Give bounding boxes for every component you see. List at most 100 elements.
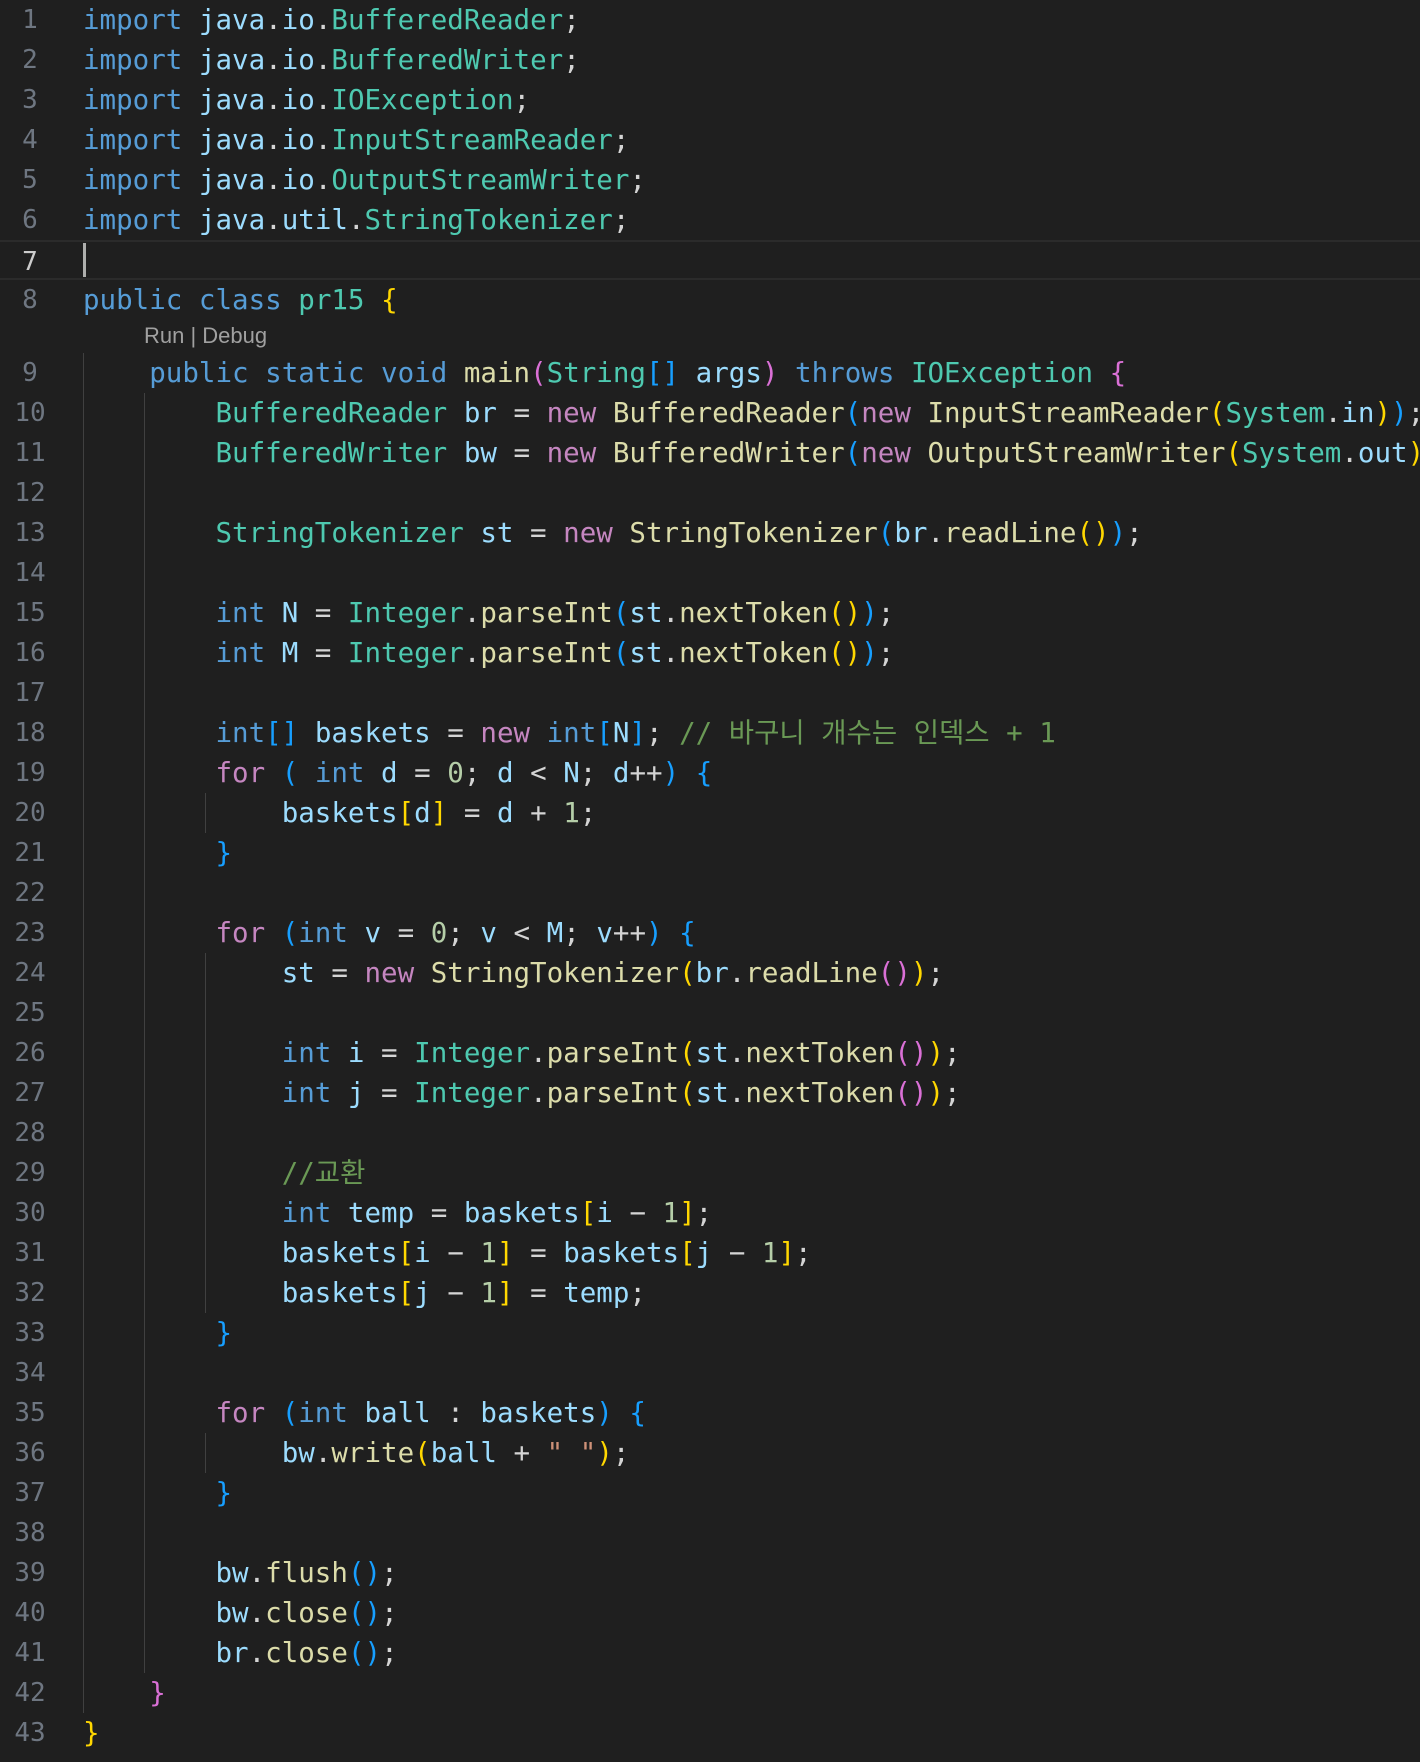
code-line[interactable]: 5 import java.io.OutputStreamWriter; xyxy=(0,160,1420,200)
code-token: ( xyxy=(612,597,630,629)
code-token: ( xyxy=(679,1077,696,1109)
code-line[interactable]: 35 for (int ball : baskets) { xyxy=(0,1393,1420,1433)
run-debug-codelens[interactable]: Run | Debug xyxy=(144,320,267,352)
code-line[interactable]: 28 xyxy=(0,1113,1420,1153)
code-line[interactable]: 14 xyxy=(0,553,1420,593)
code-token: } xyxy=(83,1717,100,1749)
code-line[interactable]: 27 int j = Integer.parseInt(st.nextToken… xyxy=(0,1073,1420,1113)
code-line[interactable]: 38 xyxy=(0,1513,1420,1553)
code-line[interactable]: 37 } xyxy=(0,1473,1420,1513)
code-line[interactable]: 32 baskets[j − 1] = temp; xyxy=(0,1273,1420,1313)
code-line[interactable]: 24 st = new StringTokenizer(br.readLine(… xyxy=(0,953,1420,993)
code-token: StringTokenizer xyxy=(629,517,878,549)
code-token: 0 xyxy=(447,757,464,789)
code-token: . xyxy=(265,44,282,76)
code-token: ; xyxy=(381,1597,398,1629)
code-line[interactable]: 43} xyxy=(0,1713,1420,1753)
code-token: − xyxy=(712,1237,762,1269)
line-number: 8 xyxy=(22,285,38,315)
code-line[interactable]: 26 int i = Integer.parseInt(st.nextToken… xyxy=(0,1033,1420,1073)
line-number: 28 xyxy=(14,1118,46,1148)
code-token: io xyxy=(281,44,315,76)
code-token: java xyxy=(198,124,266,156)
code-line[interactable]: 7 xyxy=(0,240,1420,280)
code-token: StringTokenizer xyxy=(364,204,613,236)
code-token: . xyxy=(1324,397,1342,429)
code-line[interactable]: 17 xyxy=(0,673,1420,713)
code-token: close xyxy=(265,1637,348,1669)
code-line[interactable]: 22 xyxy=(0,873,1420,913)
code-line[interactable]: 18 int[] baskets = new int[N]; // 바구니 개수… xyxy=(0,713,1420,753)
code-line[interactable]: 4 import java.io.InputStreamReader; xyxy=(0,120,1420,160)
code-token: ( xyxy=(877,517,895,549)
code-line[interactable]: 15 int N = Integer.parseInt(st.nextToken… xyxy=(0,593,1420,633)
code-token: = xyxy=(298,597,348,629)
code-token: j xyxy=(695,1237,713,1269)
code-line[interactable]: 1 import java.io.BufferedReader; xyxy=(0,0,1420,40)
code-editor[interactable]: 1 import java.io.BufferedReader; 2 import j… xyxy=(0,0,1420,1762)
code-line[interactable]: 25 xyxy=(0,993,1420,1033)
code-line[interactable]: 9 public static void main(String[] args)… xyxy=(0,353,1420,393)
code-token: ; xyxy=(944,1077,961,1109)
code-token: " " xyxy=(546,1437,597,1469)
code-text: st = new StringTokenizer(br.readLine()); xyxy=(83,953,944,993)
code-line[interactable]: 30 int temp = baskets[i − 1]; xyxy=(0,1193,1420,1233)
code-token: BufferedReader xyxy=(331,4,564,36)
line-number: 10 xyxy=(14,398,46,428)
code-token: out xyxy=(1357,437,1408,469)
code-text: for ( int d = 0; d < N; d++) { xyxy=(83,753,712,793)
code-token: ++ xyxy=(612,917,647,949)
code-token: in xyxy=(1341,397,1375,429)
code-line[interactable]: 41 br.close(); xyxy=(0,1633,1420,1673)
code-line[interactable]: 10 BufferedReader br = new BufferedReade… xyxy=(0,393,1420,433)
code-token: new xyxy=(563,517,613,549)
code-token: = xyxy=(414,1197,464,1229)
code-token: { xyxy=(629,1397,646,1429)
code-token: java xyxy=(198,4,266,36)
code-token: . xyxy=(1341,437,1358,469)
code-token: ; xyxy=(579,797,597,829)
code-line[interactable]: 16 int M = Integer.parseInt(st.nextToken… xyxy=(0,633,1420,673)
code-token: ( xyxy=(281,1397,299,1429)
code-token: d xyxy=(612,757,630,789)
code-line[interactable]: 20 baskets[d] = d + 1; xyxy=(0,793,1420,833)
code-token: ) xyxy=(927,1037,945,1069)
code-line[interactable]: 13 StringTokenizer st = new StringTokeni… xyxy=(0,513,1420,553)
code-line[interactable]: 12 xyxy=(0,473,1420,513)
code-token: . xyxy=(314,164,332,196)
code-line[interactable]: 29 //교환 xyxy=(0,1153,1420,1193)
code-line[interactable]: 21 } xyxy=(0,833,1420,873)
code-line[interactable]: 2 import java.io.BufferedWriter; xyxy=(0,40,1420,80)
code-text: int M = Integer.parseInt(st.nextToken())… xyxy=(83,633,894,673)
code-token: pr15 xyxy=(298,284,365,316)
code-line[interactable]: 42 } xyxy=(0,1673,1420,1713)
code-token: () xyxy=(877,957,911,989)
code-token: 1 xyxy=(662,1197,680,1229)
code-line[interactable]: 34 xyxy=(0,1353,1420,1393)
code-line[interactable]: 8 public class pr15 { xyxy=(0,280,1420,320)
code-line[interactable]: 33 } xyxy=(0,1313,1420,1353)
code-line[interactable]: 6 import java.util.StringTokenizer; xyxy=(0,200,1420,240)
code-token: class xyxy=(198,284,282,316)
code-line[interactable]: 11 BufferedWriter bw = new BufferedWrite… xyxy=(0,433,1420,473)
code-token: int xyxy=(215,717,266,749)
code-line[interactable]: 40 bw.close(); xyxy=(0,1593,1420,1633)
code-line[interactable]: 36 bw.write(ball + " "); xyxy=(0,1433,1420,1473)
code-line[interactable]: 19 for ( int d = 0; d < N; d++) { xyxy=(0,753,1420,793)
line-number: 18 xyxy=(14,718,46,748)
code-line[interactable]: 31 baskets[i − 1] = baskets[j − 1]; xyxy=(0,1233,1420,1273)
code-token: = xyxy=(397,757,448,789)
code-line[interactable]: 39 bw.flush(); xyxy=(0,1553,1420,1593)
code-line[interactable]: 23 for (int v = 0; v < M; v++) { xyxy=(0,913,1420,953)
line-number: 41 xyxy=(14,1638,46,1668)
code-line[interactable]: 3 import java.io.IOException; xyxy=(0,80,1420,120)
code-token: IOException xyxy=(331,84,514,116)
code-token: [] xyxy=(265,717,299,749)
